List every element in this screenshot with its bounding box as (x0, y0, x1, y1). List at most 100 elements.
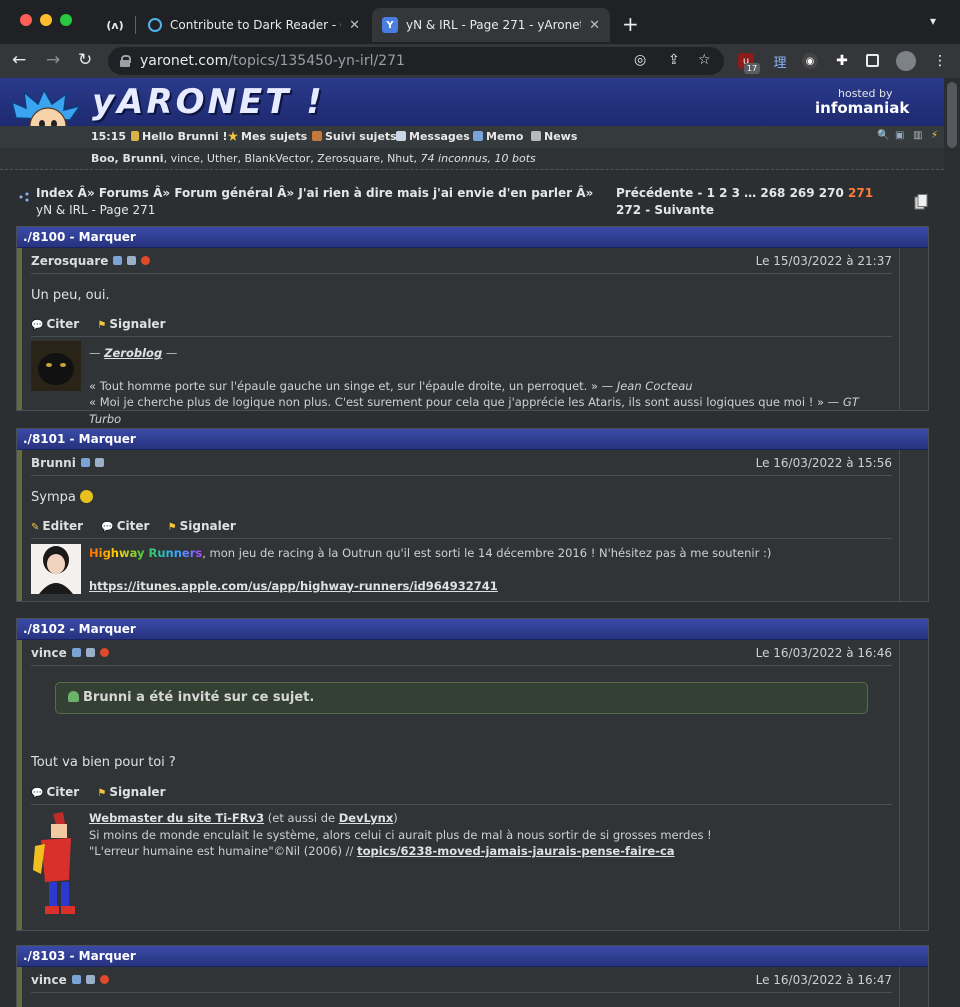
dark-reader-favicon-icon (148, 18, 162, 32)
post-body: Zerosquare Le 15/03/2022 à 21:37 Un peu,… (17, 248, 928, 426)
close-tab-icon[interactable]: ✕ (349, 18, 360, 33)
post-author[interactable]: Zerosquare (31, 254, 151, 268)
breadcrumb[interactable]: Index Â» Forums Â» Forum général Â» J'ai… (36, 185, 606, 219)
page-scrollbar[interactable] (944, 78, 960, 1007)
report-label: Signaler (109, 785, 166, 799)
author-name: vince (31, 646, 67, 660)
flag-icon: ⚑ (97, 788, 107, 799)
close-window-button[interactable] (20, 14, 32, 26)
breadcrumb-path[interactable]: Index Â» Forums Â» Forum général Â» J'ai… (36, 186, 593, 200)
avatar[interactable] (31, 341, 81, 391)
tab-yaronet[interactable]: Y yN & IRL - Page 271 - yAronet ✕ (372, 8, 610, 42)
site-logo[interactable]: yARONET ! (92, 82, 325, 122)
quote-button[interactable]: 💬 Citer (101, 519, 149, 533)
page-content: yARONET ! hosted by infomaniak 15:15 Hel… (0, 78, 944, 1007)
nav-news[interactable]: News (531, 130, 577, 143)
post: ./8100 - Marquer Zerosquare Le 15/03/202… (16, 226, 929, 426)
copy-icon[interactable] (914, 194, 928, 210)
speech-bubble-icon: 💬 (31, 788, 44, 799)
tab-separator (135, 16, 136, 34)
divider (31, 273, 892, 274)
sidebar-icon[interactable] (866, 54, 879, 67)
flag-icon: ⚑ (97, 320, 107, 331)
online-users-bar: Boo, Brunni, vince, Uther, BlankVector, … (0, 148, 944, 170)
search-icon[interactable]: 🔍 (877, 130, 889, 141)
sig-link[interactable]: Zeroblog (104, 346, 162, 360)
sig-link-site[interactable]: Webmaster du site Ti-FRv3 (89, 811, 264, 825)
quote-label: Citer (46, 785, 80, 799)
address-bar[interactable]: yaronet.com/topics/135450-yn-irl/271 ◎ ⇪… (108, 47, 724, 75)
translate-icon[interactable]: 理 (772, 53, 788, 71)
male-icon (80, 458, 90, 467)
divider (31, 992, 892, 993)
browser-toolbar: ← → ↻ yaronet.com/topics/135450-yn-irl/2… (0, 44, 960, 78)
nav-suivi-sujets[interactable]: Suivi sujets (312, 130, 397, 143)
lightning-icon[interactable]: ⚡ (931, 130, 938, 141)
host-logo[interactable]: infomaniak (815, 99, 909, 117)
trash-icon[interactable]: ▥ (913, 130, 922, 141)
report-button[interactable]: ⚑ Signaler (168, 519, 236, 533)
sig-line: "L'erreur humaine est humaine"©Nil (2006… (89, 844, 358, 858)
nav-mes-sujets[interactable]: Mes sujets (228, 130, 307, 143)
forward-arrow-icon[interactable]: → (46, 50, 60, 70)
ext-badge: 17 (744, 63, 760, 74)
post-author[interactable]: vince (31, 973, 109, 987)
new-tab-icon[interactable]: + (622, 12, 639, 36)
post-side-column (899, 967, 928, 1007)
close-tab-icon[interactable]: ✕ (589, 18, 600, 33)
sig-link-topic[interactable]: topics/6238-moved-jamais-jaurais-pense-f… (357, 844, 674, 858)
sig-text: , mon jeu de racing à la Outrun qu'il es… (202, 546, 772, 560)
edit-button[interactable]: ✎ Editer (31, 519, 83, 533)
post-header[interactable]: ./8102 - Marquer (17, 619, 928, 640)
pagination[interactable]: Précédente - 1 2 3 … 268 269 270 271 272… (616, 185, 896, 219)
page-scrollbar-thumb[interactable] (947, 82, 957, 148)
report-button[interactable]: ⚑ Signaler (97, 785, 165, 799)
menu-kebab-icon[interactable]: ⋮ (932, 53, 948, 69)
post-author[interactable]: vince (31, 646, 109, 660)
nav-messages[interactable]: Messages (396, 130, 470, 143)
memo-icon (473, 131, 483, 141)
pagination-next[interactable]: 272 - Suivante (616, 203, 714, 217)
user-add-icon (68, 691, 79, 702)
minimize-window-button[interactable] (40, 14, 52, 26)
reload-icon[interactable]: ↻ (78, 50, 92, 70)
nav-hello[interactable]: Hello Brunni ! (131, 130, 228, 143)
post-author[interactable]: Brunni (31, 456, 104, 470)
sig-link-devlynx[interactable]: DevLynx (339, 811, 394, 825)
post-header[interactable]: ./8100 - Marquer (17, 227, 928, 248)
eye-off-icon[interactable]: ◎ (634, 52, 646, 68)
sig-game-title[interactable]: Highway Runners (89, 546, 202, 560)
avatar[interactable] (31, 544, 81, 594)
profile-card-icon[interactable] (94, 458, 104, 467)
nav-mes-sujets-label: Mes sujets (241, 130, 308, 143)
author-name: Brunni (31, 456, 76, 470)
tab-pinned[interactable]: (ʌ) (96, 8, 134, 42)
report-button[interactable]: ⚑ Signaler (97, 317, 165, 331)
pagination-prev[interactable]: Précédente - 1 2 3 … 268 269 270 (616, 186, 848, 200)
profile-card-icon[interactable]: ▣ (895, 130, 904, 141)
tab-title: Contribute to Dark Reader - Op (170, 18, 342, 32)
profile-avatar[interactable] (896, 51, 916, 71)
quote-button[interactable]: 💬 Citer (31, 785, 79, 799)
post-header[interactable]: ./8101 - Marquer (17, 429, 928, 450)
quote-button[interactable]: 💬 Citer (31, 317, 79, 331)
post-header[interactable]: ./8103 - Marquer (17, 946, 928, 967)
pagination-current: 271 (848, 186, 874, 200)
share-icon[interactable]: ⇪ (668, 52, 680, 68)
tab-dark-reader[interactable]: Contribute to Dark Reader - Op ✕ (138, 8, 370, 42)
maximize-window-button[interactable] (60, 14, 72, 26)
bookmark-star-icon[interactable]: ☆ (698, 52, 711, 68)
extensions-puzzle-icon[interactable]: ✚ (834, 53, 850, 69)
post-message: Un peu, oui. (31, 288, 110, 303)
badge-icon (99, 648, 109, 657)
dark-reader-icon[interactable]: ◉ (802, 53, 818, 69)
chevron-down-icon[interactable]: ▾ (930, 14, 936, 28)
nav-memo[interactable]: Memo (473, 130, 523, 143)
divider (31, 475, 892, 476)
sig-link[interactable]: https://itunes.apple.com/us/app/highway-… (89, 579, 498, 593)
back-arrow-icon[interactable]: ← (12, 50, 26, 70)
profile-card-icon[interactable] (127, 256, 137, 265)
profile-card-icon[interactable] (85, 648, 95, 657)
profile-card-icon[interactable] (85, 975, 95, 984)
avatar[interactable] (31, 810, 81, 920)
